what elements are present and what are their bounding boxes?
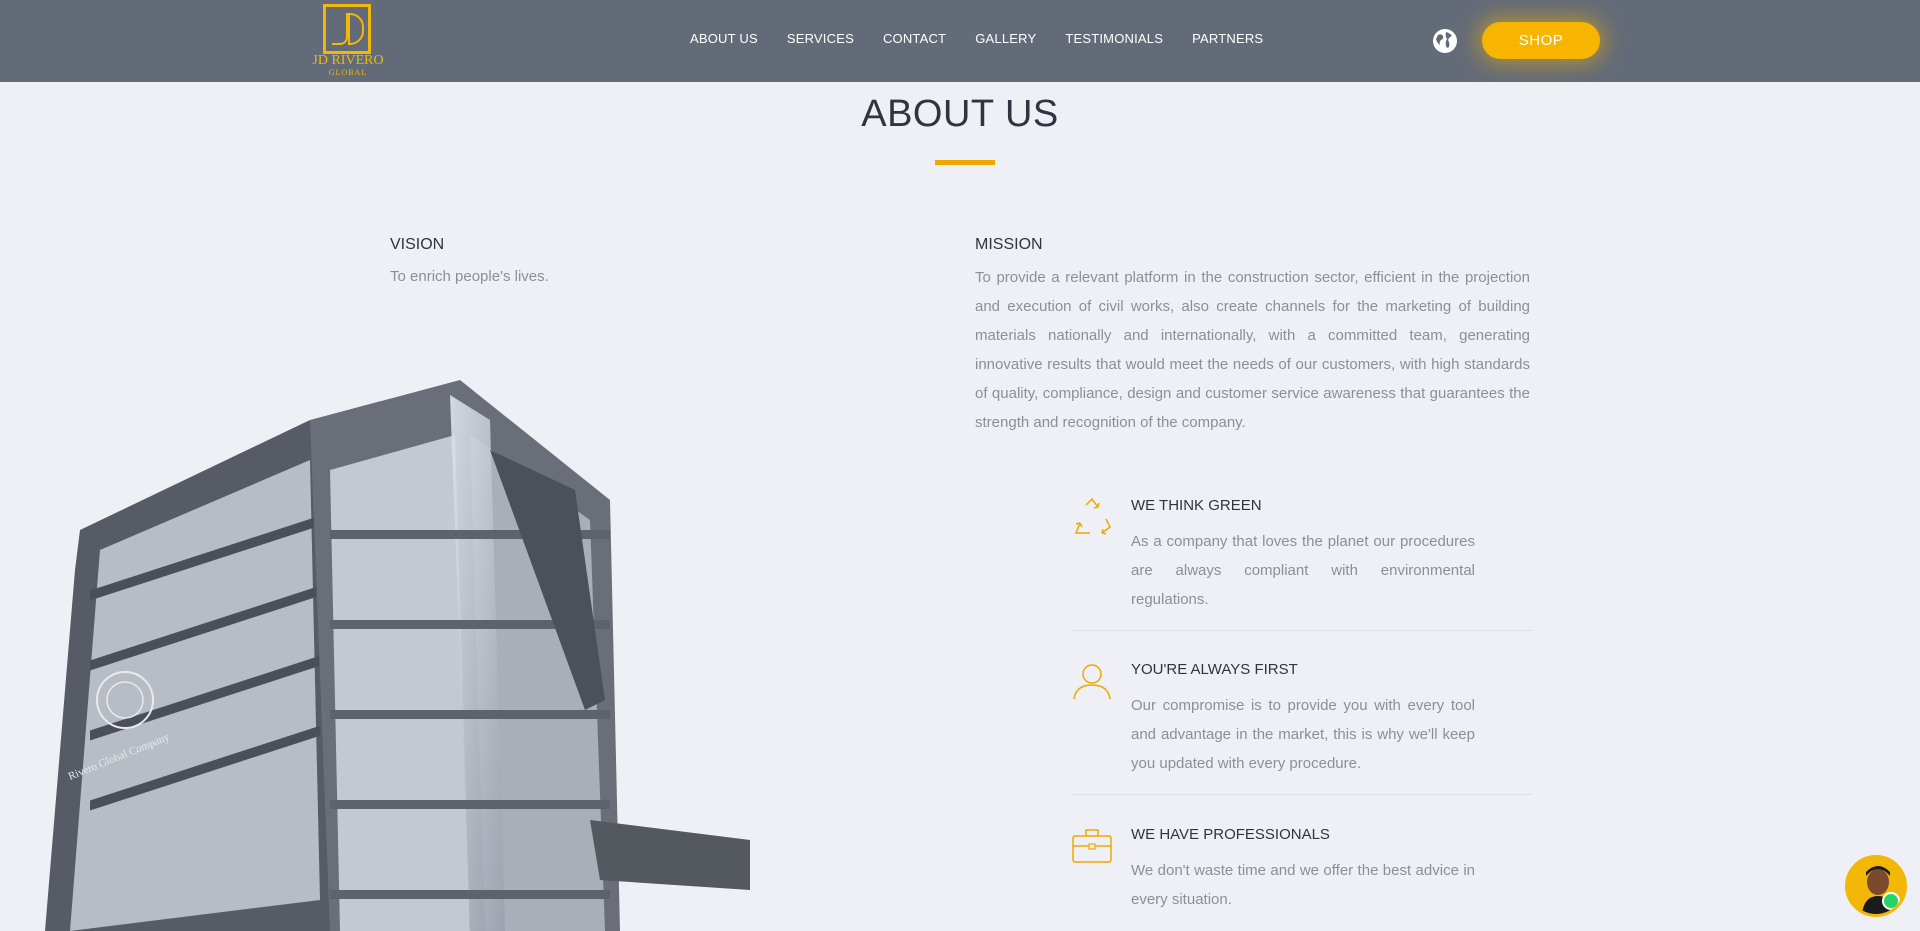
main-nav: ABOUT US SERVICES CONTACT GALLERY TESTIM… xyxy=(690,31,1292,46)
feature-title: WE THINK GREEN xyxy=(1131,497,1262,514)
nav-testimonials[interactable]: TESTIMONIALS xyxy=(1065,31,1163,46)
title-underline xyxy=(935,160,995,165)
whatsapp-chat-button[interactable] xyxy=(1845,855,1907,917)
logo-mark xyxy=(323,4,371,54)
feature-title: WE HAVE PROFESSIONALS xyxy=(1131,826,1330,843)
vision-heading: VISION xyxy=(390,236,445,253)
mission-text: To provide a relevant platform in the co… xyxy=(975,269,1530,431)
feature-divider xyxy=(1072,630,1532,631)
briefcase-icon xyxy=(1072,829,1112,863)
page-title: ABOUT US xyxy=(861,93,1059,135)
nav-partners[interactable]: PARTNERS xyxy=(1192,31,1263,46)
whatsapp-icon xyxy=(1882,892,1900,910)
feature-title: YOU'RE ALWAYS FIRST xyxy=(1131,661,1298,678)
site-header: JD RIVERO GLOBAL ABOUT US SERVICES CONTA… xyxy=(0,0,1920,82)
feature-text: Our compromise is to provide you with ev… xyxy=(1131,697,1475,772)
nav-about-us[interactable]: ABOUT US xyxy=(690,31,758,46)
nav-gallery[interactable]: GALLERY xyxy=(975,31,1036,46)
brand-logo[interactable]: JD RIVERO GLOBAL xyxy=(308,4,388,78)
feature-text: As a company that loves the planet our p… xyxy=(1131,533,1475,608)
globe-icon[interactable] xyxy=(1432,28,1458,54)
nav-contact[interactable]: CONTACT xyxy=(883,31,946,46)
logo-subtitle: GLOBAL xyxy=(328,68,368,77)
recycle-icon xyxy=(1074,497,1111,535)
vision-text: To enrich people's lives. xyxy=(390,268,549,285)
shop-button[interactable]: SHOP xyxy=(1482,22,1600,59)
nav-services[interactable]: SERVICES xyxy=(787,31,854,46)
user-icon xyxy=(1073,664,1111,700)
feature-divider xyxy=(1072,794,1532,795)
building-image: Rivero Global Company xyxy=(45,380,750,931)
feature-text: We don't waste time and we offer the bes… xyxy=(1131,862,1475,908)
logo-name: JD RIVERO xyxy=(312,53,384,68)
mission-heading: MISSION xyxy=(975,236,1043,253)
